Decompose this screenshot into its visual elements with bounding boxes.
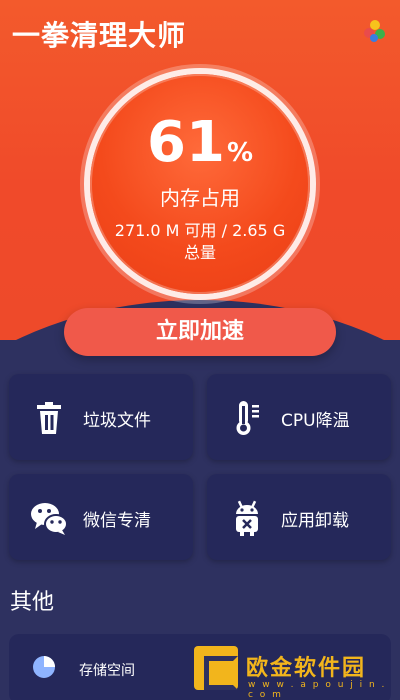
boost-button[interactable]: 立即加速: [64, 308, 336, 356]
watermark-url: w w w . a p o u j i n . c o m: [248, 680, 387, 700]
color-dots-icon[interactable]: [364, 20, 386, 42]
watermark-logo: 欧金软件园 w w w . a p o u j i n . c o m: [194, 644, 394, 700]
junk-files-card[interactable]: 垃圾文件: [9, 374, 193, 460]
cpu-cooling-label: CPU降温: [281, 411, 350, 431]
junk-files-label: 垃圾文件: [83, 411, 151, 431]
cpu-cooling-card[interactable]: CPU降温: [207, 374, 391, 460]
app-title: 一拳清理大师: [12, 19, 187, 52]
memory-percent-value: 61: [147, 110, 225, 175]
trash-icon: [29, 398, 69, 438]
wechat-clean-card[interactable]: 微信专清: [9, 474, 193, 560]
others-section-title: 其他: [10, 590, 55, 615]
thermometer-icon: [227, 398, 267, 438]
storage-space-label: 存储空间: [79, 663, 135, 679]
percent-sign: %: [226, 138, 253, 168]
pie-chart-icon: [31, 654, 57, 680]
watermark-text: 欧金软件园: [246, 656, 367, 681]
android-icon: [227, 498, 267, 538]
memory-detail: 271.0 M 可用 / 2.65 G 总量: [114, 221, 286, 262]
memory-percent: 61%: [90, 110, 310, 175]
wechat-icon: [29, 498, 69, 538]
memory-gauge[interactable]: 61% 内存占用 271.0 M 可用 / 2.65 G 总量: [90, 74, 310, 294]
watermark-badge-icon: [194, 646, 238, 690]
app-uninstall-label: 应用卸载: [281, 511, 349, 531]
app-uninstall-card[interactable]: 应用卸载: [207, 474, 391, 560]
memory-label: 内存占用: [160, 186, 240, 210]
wechat-clean-label: 微信专清: [83, 511, 151, 531]
